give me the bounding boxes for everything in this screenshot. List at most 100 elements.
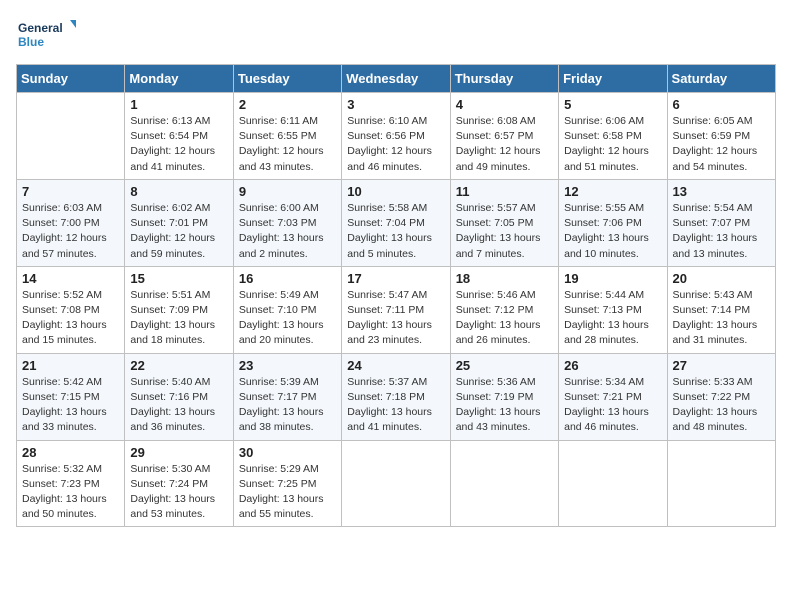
svg-text:General: General [18,21,63,35]
day-number: 3 [347,97,444,112]
day-info: Sunrise: 5:43 AMSunset: 7:14 PMDaylight:… [673,288,770,349]
day-number: 22 [130,358,227,373]
day-info: Sunrise: 5:47 AMSunset: 7:11 PMDaylight:… [347,288,444,349]
day-info: Sunrise: 6:06 AMSunset: 6:58 PMDaylight:… [564,114,661,175]
day-info: Sunrise: 5:52 AMSunset: 7:08 PMDaylight:… [22,288,119,349]
col-header-saturday: Saturday [667,65,775,93]
day-info: Sunrise: 5:51 AMSunset: 7:09 PMDaylight:… [130,288,227,349]
day-number: 26 [564,358,661,373]
day-info: Sunrise: 5:57 AMSunset: 7:05 PMDaylight:… [456,201,553,262]
calendar-cell: 11 Sunrise: 5:57 AMSunset: 7:05 PMDayligh… [450,179,558,266]
calendar-cell: 7 Sunrise: 6:03 AMSunset: 7:00 PMDaylight… [17,179,125,266]
calendar-cell [17,93,125,180]
day-number: 27 [673,358,770,373]
day-number: 2 [239,97,336,112]
calendar-cell: 19Sunrise: 5:44 AMSunset: 7:13 PMDayligh… [559,266,667,353]
calendar-cell: 5 Sunrise: 6:06 AMSunset: 6:58 PMDaylight… [559,93,667,180]
calendar-cell [667,440,775,527]
calendar-cell: 21 Sunrise: 5:42 AMSunset: 7:15 PMDayligh… [17,353,125,440]
day-number: 5 [564,97,661,112]
day-number: 17 [347,271,444,286]
day-number: 14 [22,271,119,286]
week-row-5: 28Sunrise: 5:32 AMSunset: 7:23 PMDayligh… [17,440,776,527]
logo: General Blue [16,16,76,56]
day-number: 25 [456,358,553,373]
day-info: Sunrise: 6:13 AMSunset: 6:54 PMDaylight:… [130,114,227,175]
calendar-cell: 13 Sunrise: 5:54 AMSunset: 7:07 PMDayligh… [667,179,775,266]
calendar-cell: 8 Sunrise: 6:02 AMSunset: 7:01 PMDaylight… [125,179,233,266]
col-header-monday: Monday [125,65,233,93]
calendar-cell: 28Sunrise: 5:32 AMSunset: 7:23 PMDayligh… [17,440,125,527]
day-info: Sunrise: 6:03 AMSunset: 7:00 PMDaylight:… [22,201,119,262]
day-number: 11 [456,184,553,199]
day-number: 13 [673,184,770,199]
day-info: Sunrise: 5:49 AMSunset: 7:10 PMDaylight:… [239,288,336,349]
day-number: 18 [456,271,553,286]
week-row-2: 7 Sunrise: 6:03 AMSunset: 7:00 PMDaylight… [17,179,776,266]
logo-svg: General Blue [16,16,76,56]
svg-text:Blue: Blue [18,35,44,49]
calendar-cell: 16 Sunrise: 5:49 AMSunset: 7:10 PMDayligh… [233,266,341,353]
day-info: Sunrise: 5:39 AMSunset: 7:17 PMDaylight:… [239,375,336,436]
day-number: 21 [22,358,119,373]
calendar-cell: 17 Sunrise: 5:47 AMSunset: 7:11 PMDayligh… [342,266,450,353]
calendar-table: SundayMondayTuesdayWednesdayThursdayFrid… [16,64,776,527]
day-info: Sunrise: 5:34 AMSunset: 7:21 PMDaylight:… [564,375,661,436]
day-number: 29 [130,445,227,460]
calendar-cell: 25 Sunrise: 5:36 AMSunset: 7:19 PMDayligh… [450,353,558,440]
page-header: General Blue [16,16,776,56]
day-number: 6 [673,97,770,112]
week-row-4: 21 Sunrise: 5:42 AMSunset: 7:15 PMDayligh… [17,353,776,440]
day-info: Sunrise: 6:02 AMSunset: 7:01 PMDaylight:… [130,201,227,262]
calendar-cell: 23 Sunrise: 5:39 AMSunset: 7:17 PMDayligh… [233,353,341,440]
calendar-cell: 1Sunrise: 6:13 AMSunset: 6:54 PMDaylight… [125,93,233,180]
day-info: Sunrise: 5:37 AMSunset: 7:18 PMDaylight:… [347,375,444,436]
day-info: Sunrise: 5:42 AMSunset: 7:15 PMDaylight:… [22,375,119,436]
day-info: Sunrise: 5:36 AMSunset: 7:19 PMDaylight:… [456,375,553,436]
day-number: 15 [130,271,227,286]
day-number: 16 [239,271,336,286]
col-header-tuesday: Tuesday [233,65,341,93]
col-header-friday: Friday [559,65,667,93]
day-number: 4 [456,97,553,112]
calendar-cell: 30Sunrise: 5:29 AMSunset: 7:25 PMDayligh… [233,440,341,527]
day-number: 8 [130,184,227,199]
day-info: Sunrise: 6:00 AMSunset: 7:03 PMDaylight:… [239,201,336,262]
calendar-cell: 29 Sunrise: 5:30 AMSunset: 7:24 PMDayligh… [125,440,233,527]
day-info: Sunrise: 5:55 AMSunset: 7:06 PMDaylight:… [564,201,661,262]
day-info: Sunrise: 5:30 AMSunset: 7:24 PMDaylight:… [130,462,227,523]
col-header-wednesday: Wednesday [342,65,450,93]
day-info: Sunrise: 5:58 AMSunset: 7:04 PMDaylight:… [347,201,444,262]
calendar-cell: 2 Sunrise: 6:11 AMSunset: 6:55 PMDaylight… [233,93,341,180]
calendar-cell: 20 Sunrise: 5:43 AMSunset: 7:14 PMDayligh… [667,266,775,353]
calendar-cell: 4 Sunrise: 6:08 AMSunset: 6:57 PMDaylight… [450,93,558,180]
col-header-sunday: Sunday [17,65,125,93]
day-info: Sunrise: 5:40 AMSunset: 7:16 PMDaylight:… [130,375,227,436]
calendar-cell: 18Sunrise: 5:46 AMSunset: 7:12 PMDayligh… [450,266,558,353]
day-number: 10 [347,184,444,199]
calendar-cell [342,440,450,527]
day-number: 12 [564,184,661,199]
calendar-cell: 9Sunrise: 6:00 AMSunset: 7:03 PMDaylight… [233,179,341,266]
col-header-thursday: Thursday [450,65,558,93]
day-info: Sunrise: 6:05 AMSunset: 6:59 PMDaylight:… [673,114,770,175]
day-number: 28 [22,445,119,460]
calendar-cell: 15 Sunrise: 5:51 AMSunset: 7:09 PMDayligh… [125,266,233,353]
day-info: Sunrise: 6:10 AMSunset: 6:56 PMDaylight:… [347,114,444,175]
day-number: 30 [239,445,336,460]
day-number: 24 [347,358,444,373]
day-number: 7 [22,184,119,199]
day-info: Sunrise: 5:54 AMSunset: 7:07 PMDaylight:… [673,201,770,262]
calendar-cell: 10 Sunrise: 5:58 AMSunset: 7:04 PMDayligh… [342,179,450,266]
calendar-cell: 27 Sunrise: 5:33 AMSunset: 7:22 PMDayligh… [667,353,775,440]
calendar-cell: 24 Sunrise: 5:37 AMSunset: 7:18 PMDayligh… [342,353,450,440]
day-number: 23 [239,358,336,373]
day-info: Sunrise: 5:33 AMSunset: 7:22 PMDaylight:… [673,375,770,436]
calendar-cell: 14 Sunrise: 5:52 AMSunset: 7:08 PMDayligh… [17,266,125,353]
week-row-3: 14 Sunrise: 5:52 AMSunset: 7:08 PMDayligh… [17,266,776,353]
calendar-cell: 12 Sunrise: 5:55 AMSunset: 7:06 PMDayligh… [559,179,667,266]
day-info: Sunrise: 6:11 AMSunset: 6:55 PMDaylight:… [239,114,336,175]
day-info: Sunrise: 5:44 AMSunset: 7:13 PMDaylight:… [564,288,661,349]
day-number: 20 [673,271,770,286]
day-info: Sunrise: 6:08 AMSunset: 6:57 PMDaylight:… [456,114,553,175]
